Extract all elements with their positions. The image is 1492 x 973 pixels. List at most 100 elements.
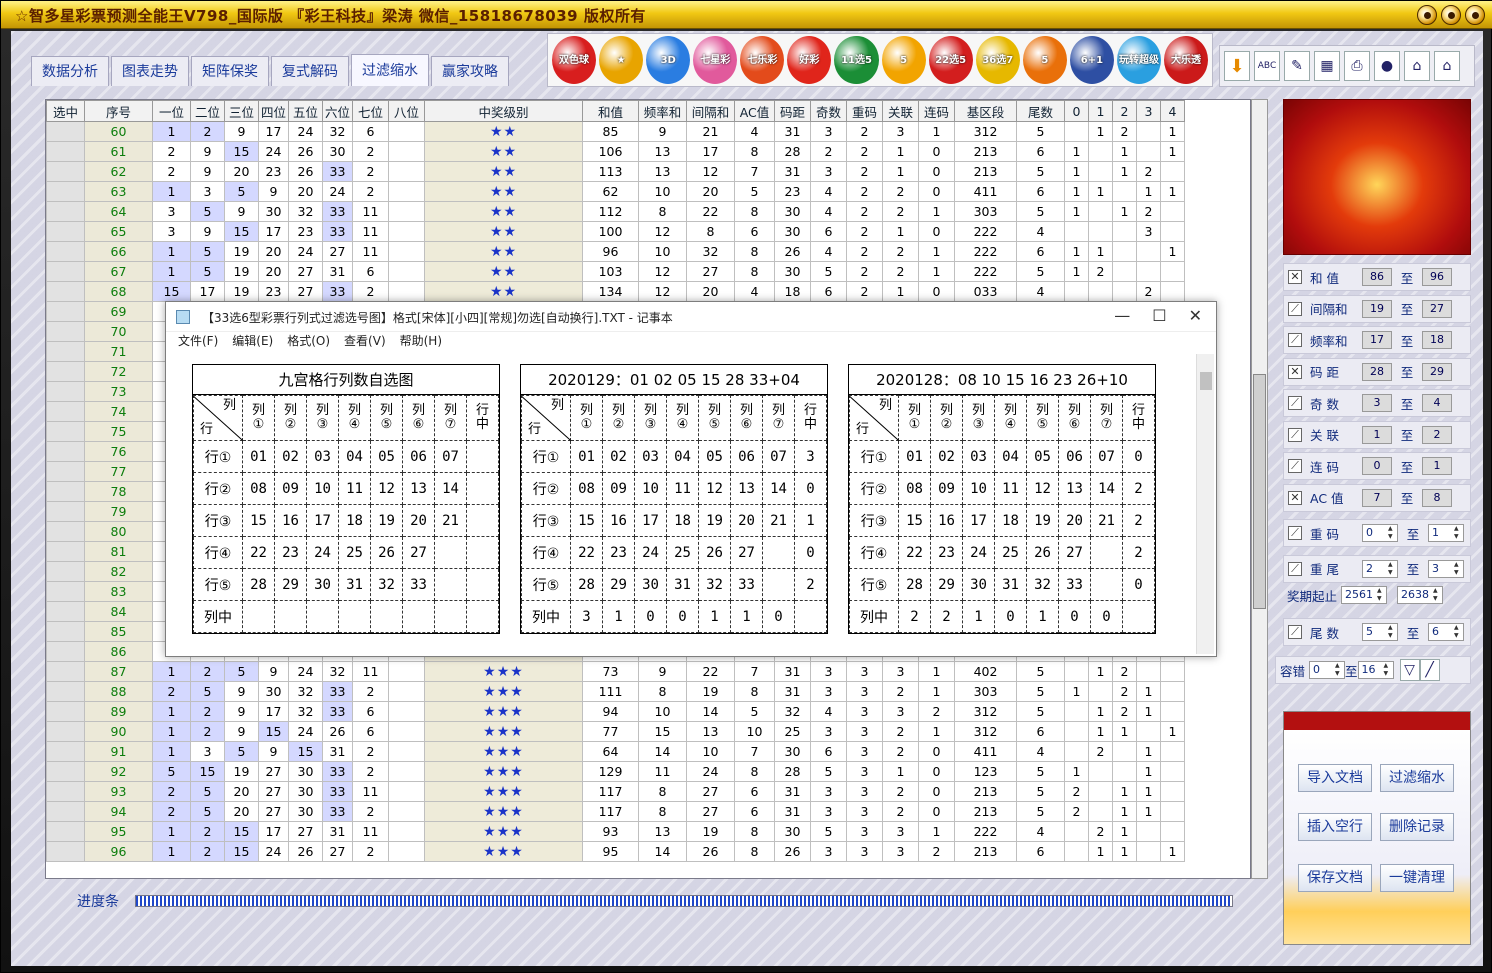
lottery-logo-3[interactable]: 3D — [646, 36, 691, 84]
notepad-scroll-thumb[interactable] — [1200, 372, 1212, 390]
select-cell[interactable] — [46, 341, 85, 362]
filter-from[interactable]: 0 — [1362, 457, 1392, 475]
select-cell[interactable] — [46, 821, 85, 842]
notepad-maximize-button[interactable]: ☐ — [1152, 306, 1166, 325]
filter-from[interactable]: 19 — [1362, 299, 1392, 318]
select-cell[interactable] — [46, 641, 85, 662]
column-header[interactable]: 五位 — [288, 100, 323, 122]
down-triangle-icon[interactable]: ▽ — [1399, 659, 1420, 681]
edit-icon[interactable]: ✎ — [1284, 51, 1310, 81]
select-cell[interactable] — [46, 241, 85, 262]
select-cell[interactable] — [46, 701, 85, 722]
basket-icon[interactable]: ⌂ — [1404, 51, 1430, 81]
filter-checkbox[interactable]: ⟋ — [1288, 427, 1302, 442]
table-row[interactable]: 88 2 5 9 30 32 33 2 ★★★ 111 8 19 8 31 3 3 2 1 303 5 1 2 1 — [46, 681, 1185, 702]
column-header[interactable]: 六位 — [322, 100, 353, 122]
tolerance-to-spinner[interactable]: 16 — [1357, 661, 1394, 679]
lottery-logo-13[interactable]: 玩转超级 — [1116, 36, 1162, 84]
select-cell[interactable] — [46, 721, 85, 742]
column-header[interactable]: 基区段 — [954, 100, 1017, 122]
printer-icon[interactable]: ⎙ — [1344, 51, 1370, 81]
filter-from[interactable]: 28 — [1362, 362, 1392, 381]
table-row[interactable]: 66 1 5 19 20 24 27 11 ★★ 96 10 32 8 26 4 2 2 1 222 6 1 1 1 — [46, 241, 1185, 262]
column-header[interactable]: 中奖级别 — [424, 100, 583, 122]
select-cell[interactable] — [46, 761, 85, 782]
filter-checkbox[interactable]: ⟋ — [1288, 396, 1302, 410]
column-header[interactable]: 码距 — [774, 100, 811, 122]
filter-row[interactable]: ⟋ 间隔和 19 至 27 — [1283, 294, 1471, 323]
table-row[interactable]: 95 1 2 15 17 27 31 11 ★★★ 93 13 19 8 30 5 3 3 1 222 4 2 1 — [46, 821, 1185, 842]
save-document-button[interactable]: 保存文档 — [1298, 864, 1372, 892]
lottery-logo-12[interactable]: 6+1 — [1069, 36, 1114, 84]
filter-checkbox[interactable]: ✕ — [1288, 364, 1302, 379]
filter-to[interactable]: 96 — [1422, 268, 1452, 286]
select-cell[interactable] — [46, 801, 85, 822]
tolerance-from-spinner[interactable]: 0 — [1309, 661, 1346, 679]
select-cell[interactable] — [46, 621, 85, 642]
filter-from-spinner[interactable]: 5 — [1362, 623, 1398, 641]
filter-row[interactable]: ✕ AC 值 7至8 — [1283, 483, 1471, 512]
select-cell[interactable] — [46, 281, 85, 302]
download-arrow-icon[interactable]: ⬇ — [1224, 51, 1250, 81]
column-header[interactable]: 三位 — [224, 100, 259, 122]
vertical-scrollbar[interactable] — [1251, 99, 1268, 879]
column-header[interactable]: 尾数 — [1016, 100, 1065, 122]
tab-1[interactable]: 数据分析 — [31, 56, 109, 86]
notepad-text-area[interactable]: 九宫格行列数自选图列行列 ① 列 ② 列 ③ 列 ④ 列 ⑤ 列 ⑥ 列 ⑦ 行中行① 01 02 03 04 05 0… — [168, 352, 1194, 656]
column-header[interactable]: 二位 — [190, 100, 225, 122]
filter-to-spinner[interactable]: 1 — [1428, 524, 1464, 542]
notepad-scrollbar[interactable] — [1196, 354, 1214, 654]
select-cell[interactable] — [46, 541, 85, 562]
select-cell[interactable] — [46, 401, 85, 422]
filter-checkbox[interactable]: ✕ — [1288, 490, 1302, 505]
filter-from[interactable]: 7 — [1362, 488, 1392, 507]
filter-to[interactable]: 18 — [1422, 331, 1452, 349]
select-cell[interactable] — [46, 181, 85, 202]
table-row[interactable]: 62 2 9 20 23 26 33 2 ★★ 113 13 12 7 31 3 2 1 0 213 5 1 1 2 — [46, 161, 1185, 182]
filter-from-spinner[interactable]: 0 — [1362, 524, 1398, 542]
notepad-titlebar[interactable]: 【33选6型彩票行列式过滤选号图】格式[宋体][小四][常规]勿选[自动换行].… — [166, 302, 1216, 332]
lottery-logo-4[interactable]: 七星彩 — [693, 36, 738, 84]
insert-blank-row-button[interactable]: 插入空行 — [1298, 813, 1372, 841]
column-header[interactable]: AC值 — [734, 100, 775, 122]
filter-from[interactable]: 3 — [1362, 394, 1392, 412]
filter-row[interactable]: ⟋ 连 码 0至1 — [1283, 452, 1471, 480]
filter-row[interactable]: ⟋ 频率和 17 至 18 — [1283, 326, 1471, 354]
select-cell[interactable] — [46, 381, 85, 402]
filter-from[interactable]: 86 — [1362, 268, 1392, 286]
tab-5[interactable]: 过滤缩水 — [351, 54, 429, 86]
import-document-button[interactable]: 导入文档 — [1298, 764, 1372, 792]
notepad-minimize-button[interactable]: — — [1114, 306, 1130, 325]
column-header[interactable]: 和值 — [582, 100, 639, 122]
period-from-spinner[interactable]: 2561 — [1341, 586, 1388, 604]
title-bar[interactable]: ☆智多星彩票预测全能王V798_国际版 『彩王科技』梁涛 微信_15818678… — [1, 1, 1492, 29]
abc-spellcheck-icon[interactable]: ABC — [1254, 51, 1280, 81]
table-row[interactable]: 61 2 9 15 24 26 30 2 ★★ 106 13 17 8 28 2 2 1 0 213 6 1 1 1 — [46, 141, 1185, 162]
filter-row[interactable]: ✕ 码 距 28 至 29 — [1283, 357, 1471, 386]
table-row[interactable]: 91 1 3 5 9 15 31 2 ★★★ 64 14 10 7 30 6 3 2 0 411 4 2 1 — [46, 741, 1185, 762]
table-row[interactable]: 92 5 15 19 27 30 33 2 ★★★ 129 11 24 8 28 5 3 1 0 123 5 1 1 — [46, 761, 1185, 782]
column-header[interactable]: 七位 — [352, 100, 389, 122]
column-header[interactable]: 0 — [1064, 100, 1089, 122]
select-cell[interactable] — [46, 841, 85, 862]
notepad-menu-item[interactable]: 帮助(H) — [400, 332, 442, 352]
table-row[interactable]: 87 1 2 5 9 24 32 11 ★★★ 73 9 22 7 31 3 3 3 1 402 5 1 2 — [46, 661, 1185, 682]
filter-row[interactable]: ✕ 和 值 86 至 96 — [1283, 263, 1471, 291]
column-header[interactable]: 4 — [1160, 100, 1185, 122]
table-row[interactable]: 65 3 9 15 17 23 33 11 ★★ 100 12 8 6 30 6 2 1 0 222 4 3 — [46, 221, 1185, 242]
lottery-logo-1[interactable]: 双色球 — [552, 36, 597, 84]
select-cell[interactable] — [46, 261, 85, 282]
select-cell[interactable] — [46, 661, 85, 682]
calculator-icon[interactable]: ▦ — [1314, 51, 1340, 81]
tab-2[interactable]: 图表走势 — [111, 56, 189, 86]
column-header[interactable]: 重码 — [846, 100, 883, 122]
select-cell[interactable] — [46, 221, 85, 242]
lottery-logo-14[interactable]: 大乐透 — [1164, 36, 1209, 84]
select-cell[interactable] — [46, 301, 85, 322]
slash-icon[interactable]: ╱ — [1419, 659, 1440, 681]
spin-filter-row[interactable]: ⟋ 重 码 0至1 — [1283, 519, 1471, 547]
filter-checkbox[interactable]: ⟋ — [1288, 333, 1302, 347]
period-range-row[interactable]: 奖期起止2561 2638 — [1283, 584, 1471, 606]
notepad-close-button[interactable]: ✕ — [1189, 306, 1202, 325]
filter-row[interactable]: ⟋ 关 联 1至2 — [1283, 420, 1471, 449]
